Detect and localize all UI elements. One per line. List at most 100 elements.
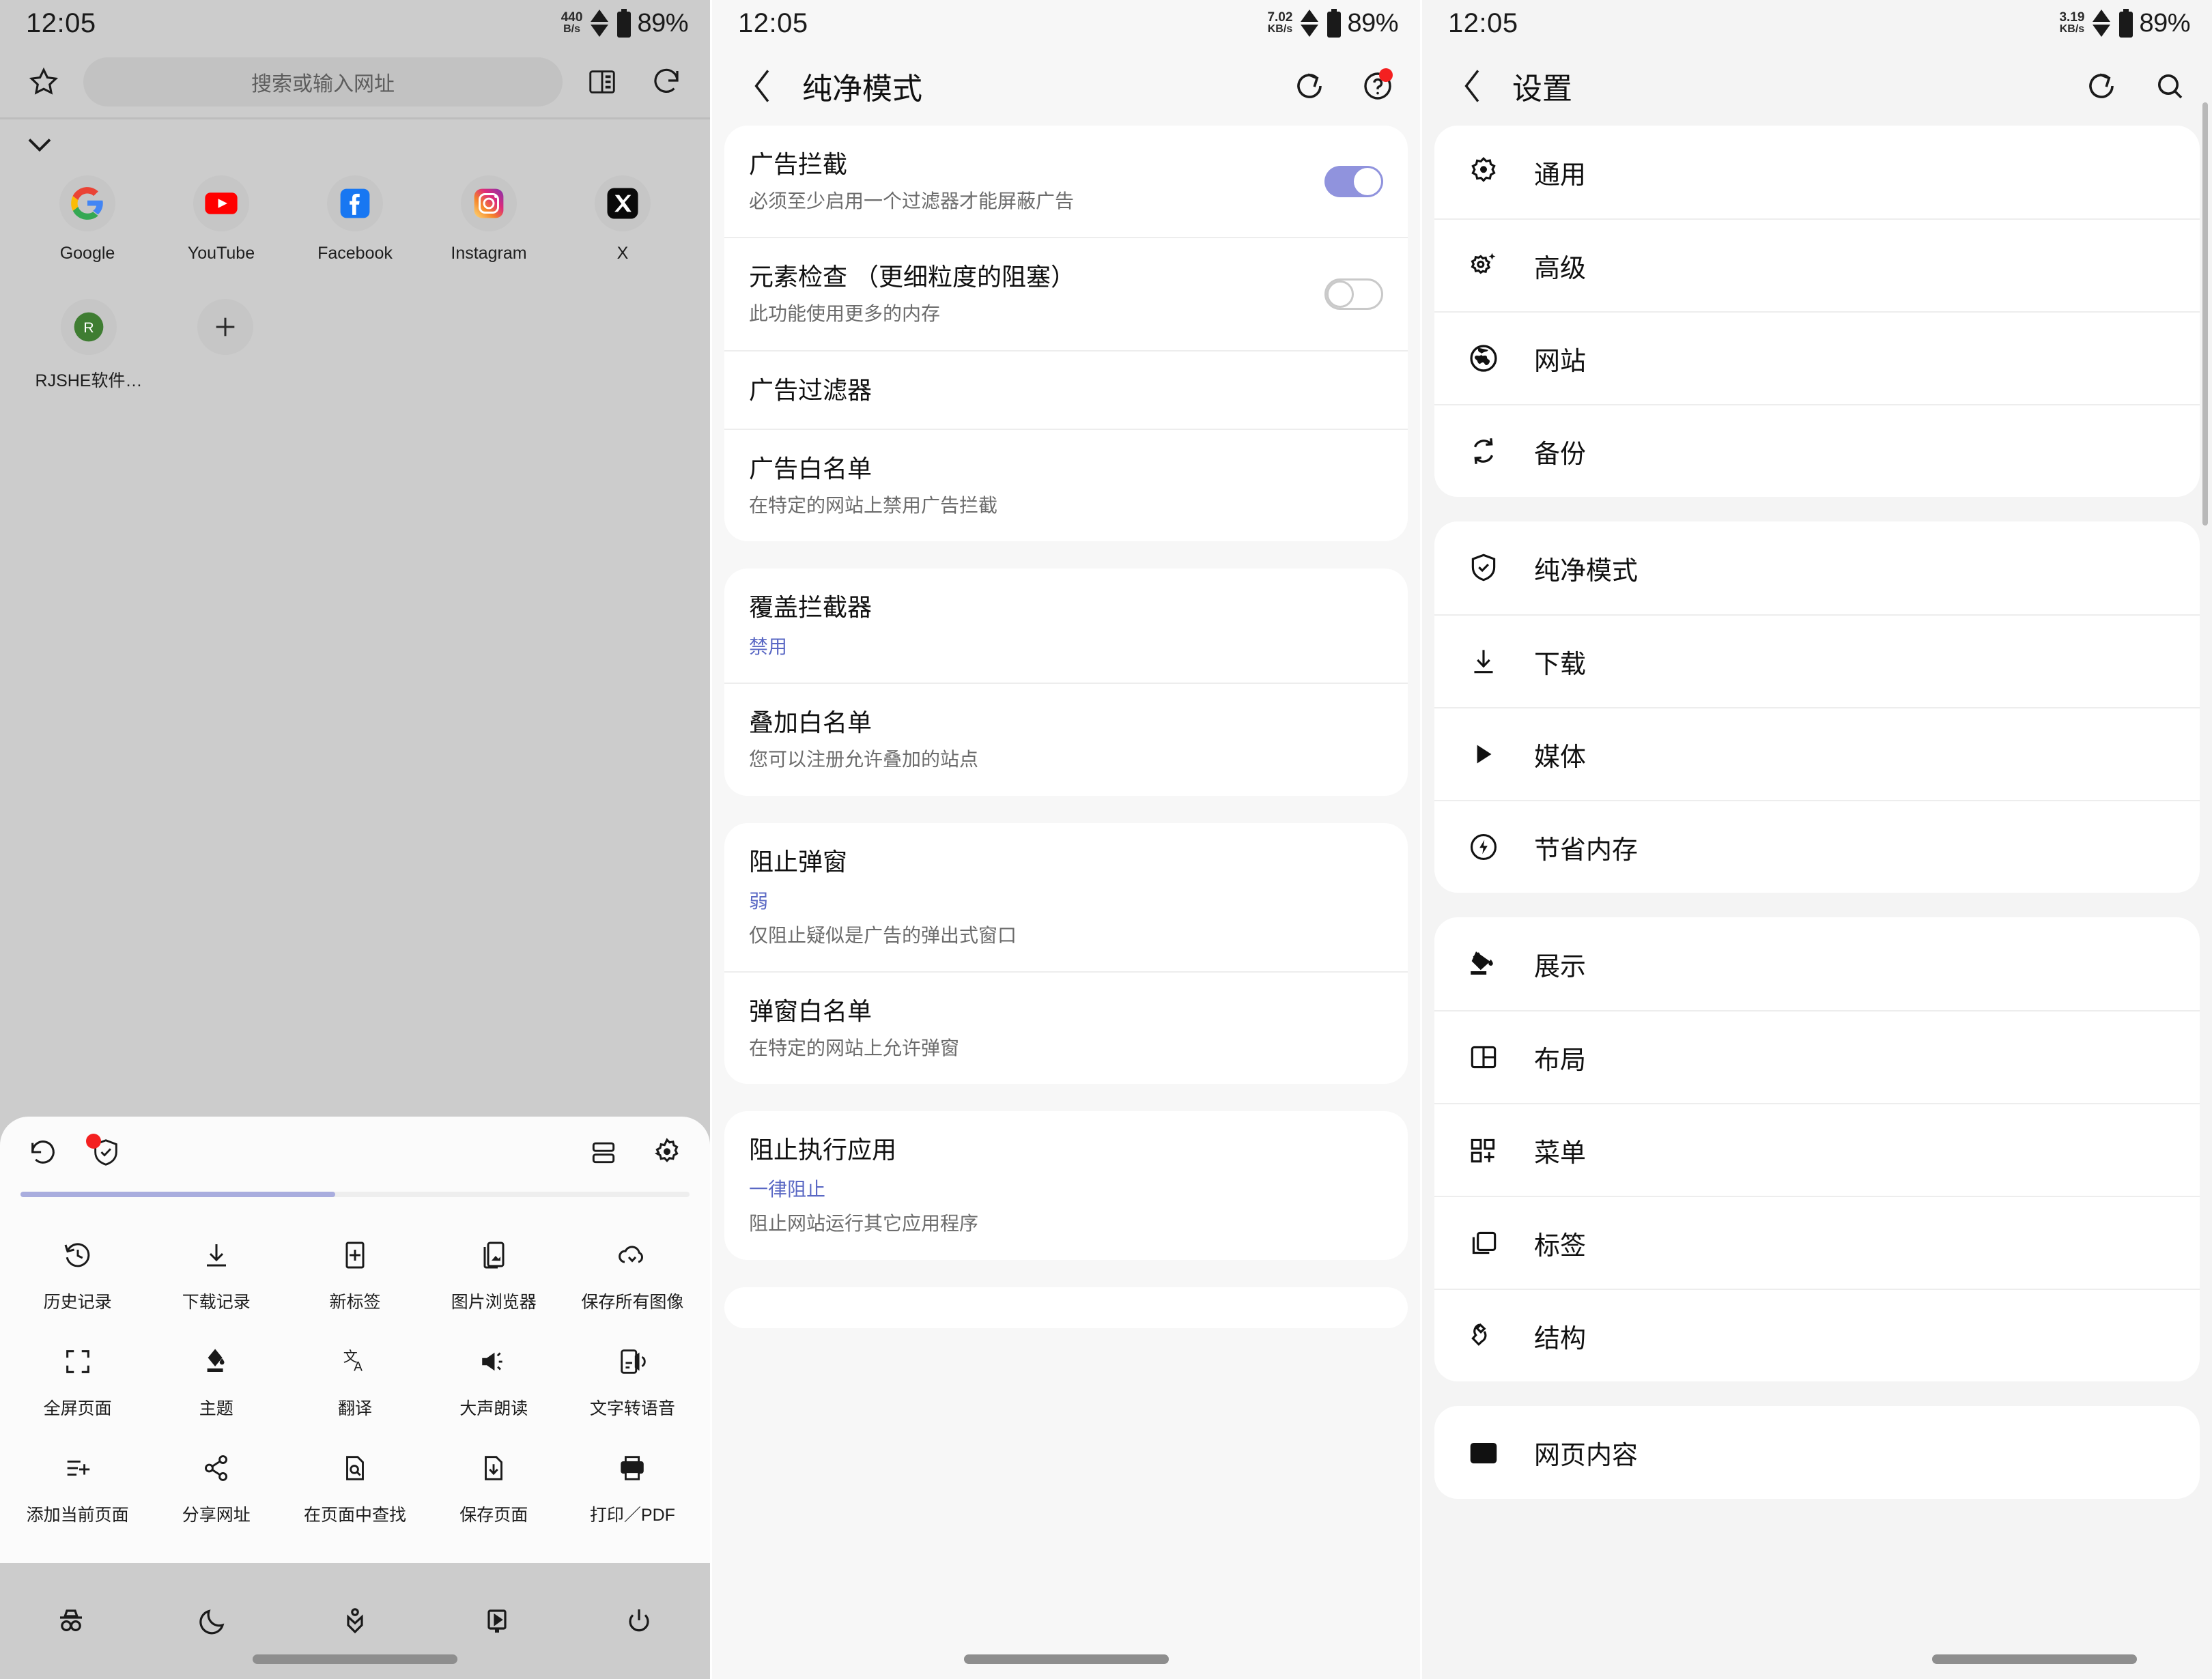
reload-icon[interactable] [642,57,691,106]
add-icon [197,299,253,355]
menu-item-theme[interactable]: 主题 [147,1327,285,1433]
setting-row-block-app-launch[interactable]: 阻止执行应用 一律阻止 阻止网站运行其它应用程序 [724,1111,1408,1259]
pure-mode-card-3: 阻止弹窗 弱 仅阻止疑似是广告的弹出式窗口 弹窗白名单 在特定的网站上允许弹窗 [724,822,1408,1085]
shortcut-youtube[interactable]: YouTube [154,163,288,263]
battery-icon [616,9,632,38]
menu-item-save-page[interactable]: 保存页面 [425,1433,563,1540]
page-title: 设置 [1512,72,1572,106]
pure-mode-header: 纯净模式 [712,46,1420,126]
share-url-icon [201,1448,232,1488]
gear-icon [1462,155,1505,189]
tabs-stack-icon[interactable] [589,1137,619,1167]
menu-item-add-current-page[interactable]: 添加当前页面 [8,1433,147,1540]
menu-item-history[interactable]: 历史记录 [8,1220,147,1327]
bookmark-icon[interactable] [284,1605,426,1638]
settings-item-memory-save[interactable]: 节省内存 [1434,800,2200,893]
settings-item-pure-mode[interactable]: 纯净模式 [1434,521,2200,614]
menu-item-label: 历史记录 [43,1293,112,1312]
save-page-icon [478,1448,509,1488]
shortcut-label: Google [59,244,115,263]
gear-icon[interactable] [651,1136,683,1168]
network-speed-value: 440 [561,10,583,25]
shortcut-x[interactable]: X [556,163,690,263]
settings-item-advanced[interactable]: 高级 [1434,218,2200,311]
settings-item-layout[interactable]: 布局 [1434,1010,2200,1103]
setting-row-ad-block[interactable]: 广告拦截 必须至少启用一个过滤器才能屏蔽广告 [724,126,1408,237]
settings-item-label: 通用 [1534,160,1587,190]
back-icon[interactable] [738,61,789,111]
settings-item-display[interactable]: 展示 [1434,917,2200,1010]
power-icon[interactable] [568,1605,710,1638]
menu-item-label: 全屏页面 [43,1399,112,1418]
reset-icon[interactable] [1293,70,1326,102]
setting-row-ad-filters[interactable]: 广告过滤器 [724,349,1408,429]
menu-item-print-pdf[interactable]: 打印／PDF [563,1433,702,1540]
shortcut-google[interactable]: Google [20,163,154,263]
page-progress-bar [20,1192,690,1197]
setting-row-popup-whitelist[interactable]: 弹窗白名单 在特定的网站上允许弹窗 [724,971,1408,1084]
menu-item-translate[interactable]: 文A 翻译 [285,1327,424,1433]
menu-item-downloads[interactable]: 下载记录 [147,1220,285,1327]
menu-item-share-url[interactable]: 分享网址 [147,1433,285,1540]
menu-item-save-all-images[interactable]: 保存所有图像 [563,1220,702,1327]
settings-item-download[interactable]: 下载 [1434,614,2200,707]
incognito-icon[interactable] [0,1605,142,1638]
settings-item-backup[interactable]: 备份 [1434,404,2200,497]
settings-item-media[interactable]: 媒体 [1434,707,2200,800]
pure-mode-card-2: 覆盖拦截器 禁用 叠加白名单 您可以注册允许叠加的站点 [724,569,1408,796]
menu-grid-icon [1462,1133,1505,1167]
menu-item-label: 分享网址 [182,1506,251,1525]
paint-icon [1462,947,1505,981]
setting-row-overlay-blocker[interactable]: 覆盖拦截器 禁用 [724,569,1408,683]
setting-row-overlay-whitelist[interactable]: 叠加白名单 您可以注册允许叠加的站点 [724,683,1408,795]
menu-item-label: 下载记录 [182,1293,251,1312]
element-inspect-toggle[interactable] [1324,278,1383,311]
menu-item-text-to-speech[interactable]: 文字转语音 [563,1327,702,1433]
setting-title: 叠加白名单 [749,708,873,737]
menu-item-find-in-page[interactable]: 在页面中查找 [285,1433,424,1540]
menu-item-image-browser[interactable]: 图片浏览器 [425,1220,563,1327]
settings-item-menu[interactable]: 菜单 [1434,1103,2200,1196]
video-icon[interactable] [426,1605,568,1638]
bookmark-star-icon[interactable] [19,57,68,106]
pure-mode-shield-button[interactable] [86,1134,122,1168]
setting-row-block-popup[interactable]: 阻止弹窗 弱 仅阻止疑似是广告的弹出式窗口 [724,823,1408,971]
settings-item-tabs[interactable]: 标签 [1434,1196,2200,1289]
setting-row-element-inspect[interactable]: 元素检查 （更细粒度的阻塞） 此功能使用更多的内存 [724,237,1408,349]
home-indicator [963,1654,1169,1664]
settings-item-general[interactable]: 通用 [1434,126,2200,218]
battery-icon [1327,9,1342,38]
shortcut-rjshe[interactable]: R RJSHE软件… [20,287,157,392]
settings-item-structure[interactable]: 结构 [1434,1289,2200,1381]
menu-item-read-aloud[interactable]: 大声朗读 [425,1327,563,1433]
settings-item-web-content[interactable]: 网页内容 [1434,1406,2200,1499]
setting-row-ad-whitelist[interactable]: 广告白名单 在特定的网站上禁用广告拦截 [724,428,1408,541]
search-icon[interactable] [2153,70,2186,102]
layout-icon [1462,1040,1505,1074]
menu-item-fullscreen[interactable]: 全屏页面 [8,1327,147,1433]
content-icon [1462,1435,1505,1469]
refresh-icon[interactable] [27,1136,59,1168]
help-button[interactable] [1361,68,1394,102]
shortcut-add[interactable] [157,287,294,392]
shortcut-label: X [616,244,629,263]
notification-badge [86,1134,101,1149]
address-bar[interactable]: 搜索或输入网址 [83,57,563,106]
shortcut-instagram[interactable]: Instagram [422,163,556,263]
shortcut-facebook[interactable]: Facebook [288,163,422,263]
network-speed-unit: KB/s [2059,23,2085,35]
reset-icon[interactable] [2085,70,2118,102]
settings-item-label: 下载 [1534,650,1587,679]
battery-percent: 89% [637,8,688,38]
browser-home-panel: 12:05 440 B/s 89% 搜索或输入网址 Google YouTube… [0,0,710,1679]
collapse-caret-row[interactable] [0,119,710,159]
back-icon[interactable] [1448,61,1499,111]
night-mode-icon[interactable] [142,1605,284,1638]
ad-block-toggle[interactable] [1324,165,1383,197]
menu-item-new-tab[interactable]: 新标签 [285,1220,424,1327]
network-arrows-icon [1298,8,1321,38]
scrollbar[interactable] [2202,102,2208,526]
reader-view-icon[interactable] [578,57,627,106]
browser-menu-sheet: 历史记录 下载记录 新标签 图片浏览器 保存所有图像 全屏页面 主题 文 A 翻… [0,1117,710,1563]
settings-item-websites[interactable]: 网站 [1434,311,2200,404]
